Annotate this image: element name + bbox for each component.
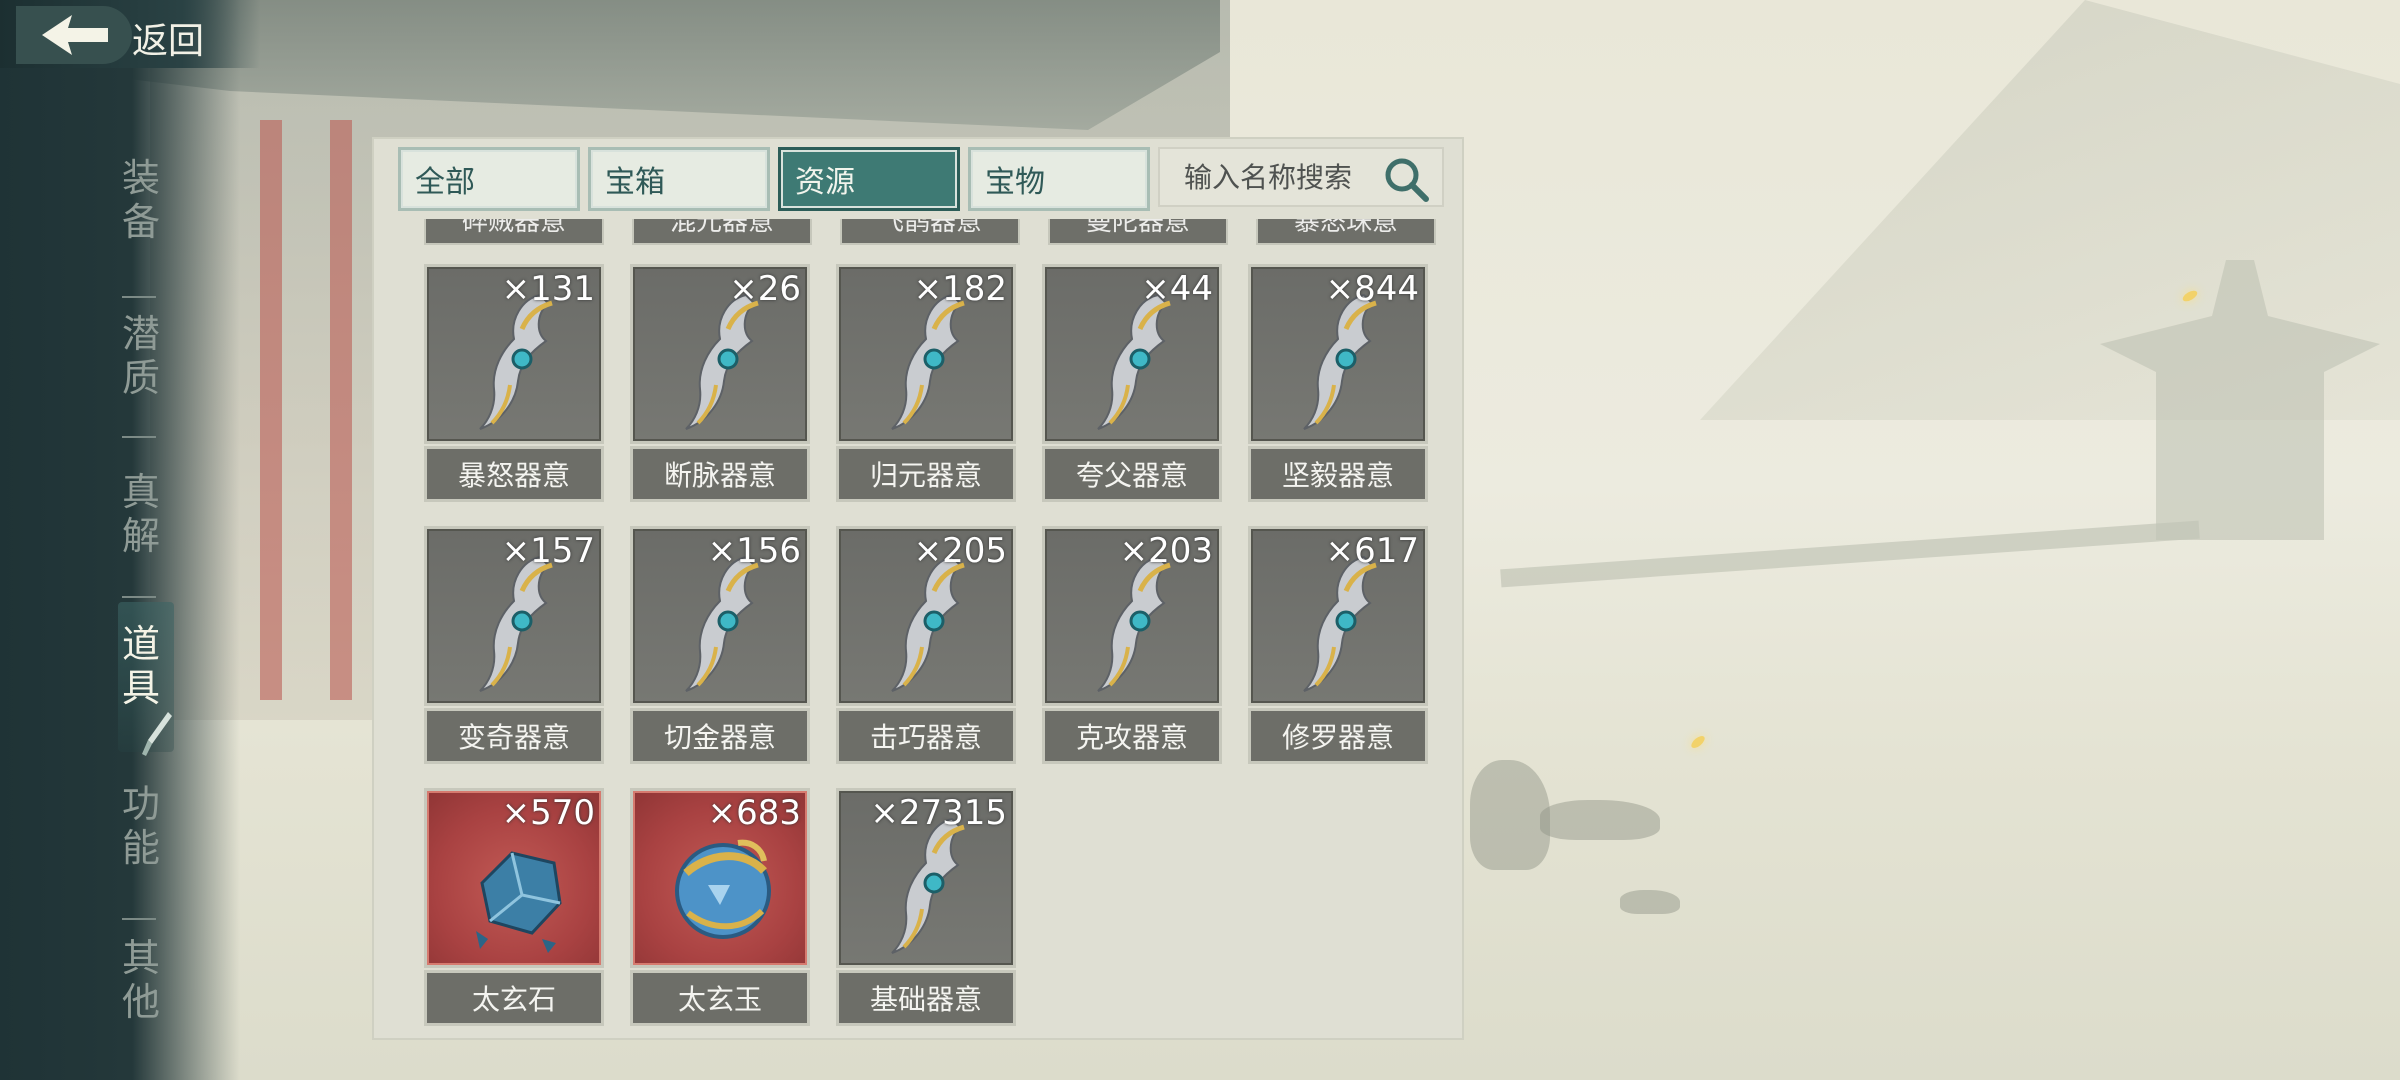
background-pillar [330,120,352,700]
item-tile[interactable]: ×844 [1248,264,1428,444]
nav-item-props[interactable]: 道具 [118,622,164,710]
inventory-item[interactable]: ×131 暴怒器意 [424,264,604,502]
item-name: 击巧器意 [836,708,1016,764]
nav-divider [122,296,156,298]
inventory-item[interactable]: ×617 修罗器意 [1248,526,1428,764]
item-grid: ×131 暴怒器意 ×26 断脉器意 ×182 归元器意 ×44 夸父器意 ×844 坚毅器意 ×1… [424,264,1428,1026]
back-arrow-icon [42,15,108,55]
item-tile[interactable]: ×203 [1042,526,1222,706]
nav-item-true-solution[interactable]: 真解 [118,470,164,558]
item-count: ×203 [1119,531,1213,571]
item-tile[interactable]: ×617 [1248,526,1428,706]
search-box[interactable] [1158,147,1444,207]
item-name: 暴怒器意 [424,446,604,502]
inventory-item[interactable]: ×26 断脉器意 [630,264,810,502]
item-tile[interactable]: ×205 [836,526,1016,706]
tab-treasures[interactable]: 宝物 [968,147,1150,211]
inventory-item[interactable]: ×203 克攻器意 [1042,526,1222,764]
inventory-item[interactable]: ×156 切金器意 [630,526,810,764]
nav-divider [122,436,156,438]
item-count: ×182 [913,269,1007,309]
nav-divider [122,596,156,598]
back-bar: 返回 [0,0,260,68]
item-name: 修罗器意 [1248,708,1428,764]
item-count: ×205 [913,531,1007,571]
tab-resources[interactable]: 资源 [778,147,960,211]
item-name[interactable]: 暴怒珠意 [1256,219,1436,245]
item-name: 切金器意 [630,708,810,764]
item-tile[interactable]: ×26 [630,264,810,444]
item-name: 归元器意 [836,446,1016,502]
brush-icon [142,712,172,756]
item-count: ×844 [1325,269,1419,309]
item-count: ×156 [707,531,801,571]
item-name[interactable]: 曼陀器意 [1048,219,1228,245]
item-count: ×44 [1141,269,1213,309]
item-tile[interactable]: ×182 [836,264,1016,444]
inventory-item[interactable]: ×844 坚毅器意 [1248,264,1428,502]
item-grid-scroll[interactable]: 碎贼器意 混元器意 飞鹊器意 曼陀器意 暴怒珠意 ×131 暴怒器意 ×26 断脉器意… [374,219,1462,1038]
sparkle-icon [1689,733,1707,751]
inventory-item[interactable]: ×44 夸父器意 [1042,264,1222,502]
nav-item-equipment[interactable]: 装备 [118,156,164,244]
item-count: ×131 [501,269,595,309]
item-name: 基础器意 [836,970,1016,1026]
item-count: ×683 [707,793,801,833]
item-tile[interactable]: ×683 [630,788,810,968]
inventory-item[interactable]: ×205 击巧器意 [836,526,1016,764]
item-name: 太玄石 [424,970,604,1026]
nav-item-function[interactable]: 功能 [118,782,164,870]
tab-bar: 全部 宝箱 资源 宝物 [398,147,1150,211]
item-name: 夸父器意 [1042,446,1222,502]
item-tile[interactable]: ×44 [1042,264,1222,444]
nav-item-other[interactable]: 其他 [118,936,164,1024]
item-name: 太玄玉 [630,970,810,1026]
search-icon[interactable] [1382,155,1430,203]
inventory-item[interactable]: ×182 归元器意 [836,264,1016,502]
background-bridge [1500,520,2200,588]
back-button[interactable] [16,6,132,64]
back-label[interactable]: 返回 [132,12,204,64]
tab-chests[interactable]: 宝箱 [588,147,770,211]
item-name: 坚毅器意 [1248,446,1428,502]
item-name: 克攻器意 [1042,708,1222,764]
item-tile[interactable]: ×131 [424,264,604,444]
inventory-item[interactable]: ×570 太玄石 [424,788,604,1026]
item-count: ×617 [1325,531,1419,571]
item-count: ×27315 [870,793,1007,833]
item-tile[interactable]: ×157 [424,526,604,706]
nav-item-potential[interactable]: 潜质 [118,312,164,400]
background-pillar [260,120,282,700]
background-rock [1620,890,1680,914]
item-count: ×26 [729,269,801,309]
item-name: 断脉器意 [630,446,810,502]
inventory-item[interactable]: ×683 太玄玉 [630,788,810,1026]
partial-row: 碎贼器意 混元器意 飞鹊器意 曼陀器意 暴怒珠意 [424,219,1436,245]
search-input[interactable] [1184,160,1384,194]
item-tile[interactable]: ×27315 [836,788,1016,968]
item-count: ×157 [501,531,595,571]
inventory-item[interactable]: ×157 变奇器意 [424,526,604,764]
item-name: 变奇器意 [424,708,604,764]
nav-divider [122,918,156,920]
inventory-item[interactable]: ×27315 基础器意 [836,788,1016,1026]
item-name[interactable]: 碎贼器意 [424,219,604,245]
item-name[interactable]: 混元器意 [632,219,812,245]
background-rock [1540,800,1660,840]
inventory-panel: 全部 宝箱 资源 宝物 碎贼器意 混元器意 飞鹊器意 曼陀器意 暴怒珠意 ×13… [372,137,1464,1040]
item-tile[interactable]: ×156 [630,526,810,706]
tab-all[interactable]: 全部 [398,147,580,211]
item-tile[interactable]: ×570 [424,788,604,968]
item-name[interactable]: 飞鹊器意 [840,219,1020,245]
background-rock [1470,760,1550,870]
item-count: ×570 [501,793,595,833]
